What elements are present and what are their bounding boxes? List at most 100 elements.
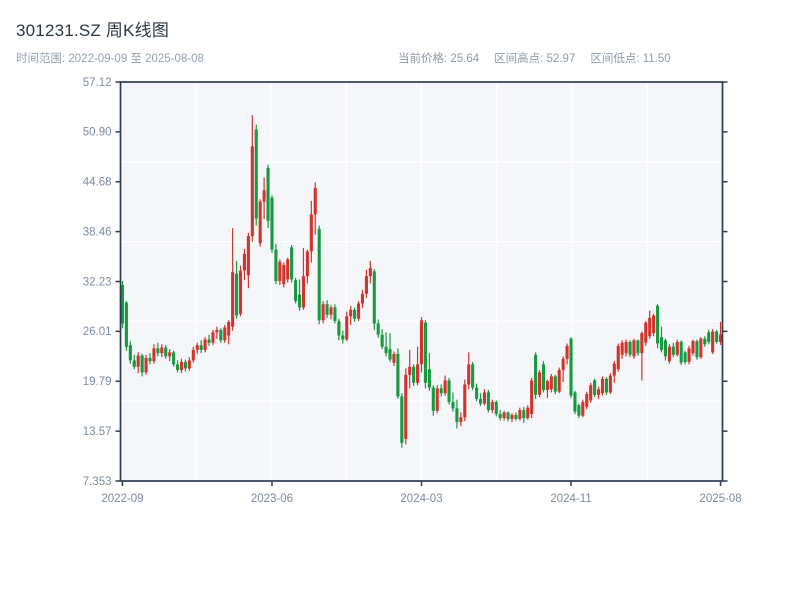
candle-body-down: [412, 366, 416, 383]
candle-body-down: [506, 412, 510, 419]
candle-body-up: [718, 334, 723, 342]
candle-body-down: [439, 388, 443, 394]
candle-body-down: [140, 355, 144, 373]
candle-body-down: [659, 337, 664, 350]
candle-body-down: [573, 392, 577, 412]
candle-body-up: [404, 374, 408, 439]
candle-body-up: [408, 366, 412, 375]
candle-body-down: [337, 321, 341, 336]
candle-body-down: [679, 341, 683, 363]
candle-body-down: [522, 410, 526, 419]
candle-body-up: [530, 380, 534, 415]
candle-body-down: [656, 305, 660, 344]
candle-body-down: [707, 332, 711, 342]
candle-body-up: [215, 329, 219, 333]
candle-body-up: [510, 414, 514, 419]
candle-body-up: [640, 333, 644, 354]
candle-body-up: [585, 394, 589, 407]
candle-body-down: [207, 339, 211, 343]
candle-body-down: [475, 387, 479, 399]
candle-body-up: [356, 303, 361, 319]
candle-body-up: [195, 345, 199, 350]
candle-body-down: [294, 280, 298, 302]
candle-body-up: [238, 270, 243, 314]
candle-body-up: [463, 384, 467, 418]
candle-body-down: [172, 352, 176, 365]
candle-body-up: [246, 236, 250, 276]
candle-body-up: [258, 201, 262, 244]
candle-body-down: [183, 361, 187, 369]
candle-body-down: [683, 352, 687, 362]
candle-body-up: [557, 369, 561, 392]
candle-body-up: [231, 272, 235, 327]
candle-body-down: [156, 348, 160, 354]
candle-body-down: [290, 247, 294, 280]
y-tick-label: 44.68: [83, 177, 112, 189]
candle-body-down: [593, 380, 597, 395]
candle-body-up: [648, 317, 652, 337]
candle-body-up: [624, 341, 628, 354]
candle-body-up: [565, 345, 569, 359]
candle-body-up: [364, 276, 368, 294]
candle-body-up: [223, 327, 227, 341]
candle-body-down: [270, 197, 274, 250]
candle-body-down: [396, 353, 400, 397]
candle-body-up: [345, 316, 349, 340]
candle-body-up: [227, 321, 231, 336]
candle-body-down: [423, 322, 427, 383]
candle-body-down: [427, 369, 431, 388]
candle-body-up: [368, 268, 372, 277]
candle-body-down: [451, 402, 455, 409]
candle-body-up: [168, 352, 172, 357]
candle-body-up: [136, 355, 140, 367]
candle-body-up: [616, 345, 620, 370]
candle-body-down: [325, 304, 329, 315]
candle-body-up: [309, 214, 313, 252]
candle-body-up: [435, 388, 439, 411]
y-tick-label: 19.79: [83, 376, 112, 388]
candle-body-down: [534, 354, 538, 395]
x-tick-label: 2022-09: [101, 493, 143, 505]
candle-body-up: [144, 357, 148, 373]
candle-body-up: [203, 339, 207, 350]
candle-body-up: [644, 322, 648, 343]
candle-body-down: [498, 414, 502, 419]
candle-body-up: [187, 360, 191, 369]
candle-body-up: [282, 264, 286, 285]
candle-body-down: [671, 346, 675, 355]
candle-body-down: [400, 396, 404, 443]
candle-body-up: [691, 341, 695, 354]
candle-body-down: [297, 294, 302, 308]
candle-body-up: [313, 187, 317, 215]
candle-body-up: [675, 341, 679, 355]
candle-body-up: [526, 407, 530, 419]
candle-body-up: [301, 276, 306, 308]
y-tick-label: 50.90: [83, 127, 112, 139]
candle-body-down: [353, 309, 357, 319]
candle-body-up: [262, 190, 266, 202]
candle-body-up: [537, 372, 542, 395]
candle-body-down: [199, 345, 203, 350]
candle-body-up: [699, 338, 703, 358]
candle-body-up: [305, 251, 309, 277]
candle-body-down: [274, 249, 278, 281]
x-tick-label: 2025-08: [699, 493, 741, 505]
candle-body-down: [148, 357, 152, 362]
candle-body-up: [589, 385, 593, 401]
candle-body-down: [636, 340, 640, 354]
candle-body-up: [160, 347, 164, 354]
candle-body-up: [581, 402, 585, 416]
candle-body-up: [561, 358, 565, 370]
candle-body-up: [467, 364, 471, 385]
x-tick-label: 2024-11: [550, 493, 591, 505]
candle-body-up: [549, 376, 553, 390]
candle-body-down: [120, 284, 125, 324]
candle-body-up: [419, 320, 424, 365]
candle-body-down: [486, 392, 490, 411]
candle-body-up: [687, 348, 691, 362]
candle-body-up: [459, 417, 463, 423]
candle-body-down: [380, 334, 384, 347]
candle-body-up: [360, 293, 365, 304]
candle-body-up: [482, 392, 487, 404]
candle-body-down: [341, 335, 345, 340]
